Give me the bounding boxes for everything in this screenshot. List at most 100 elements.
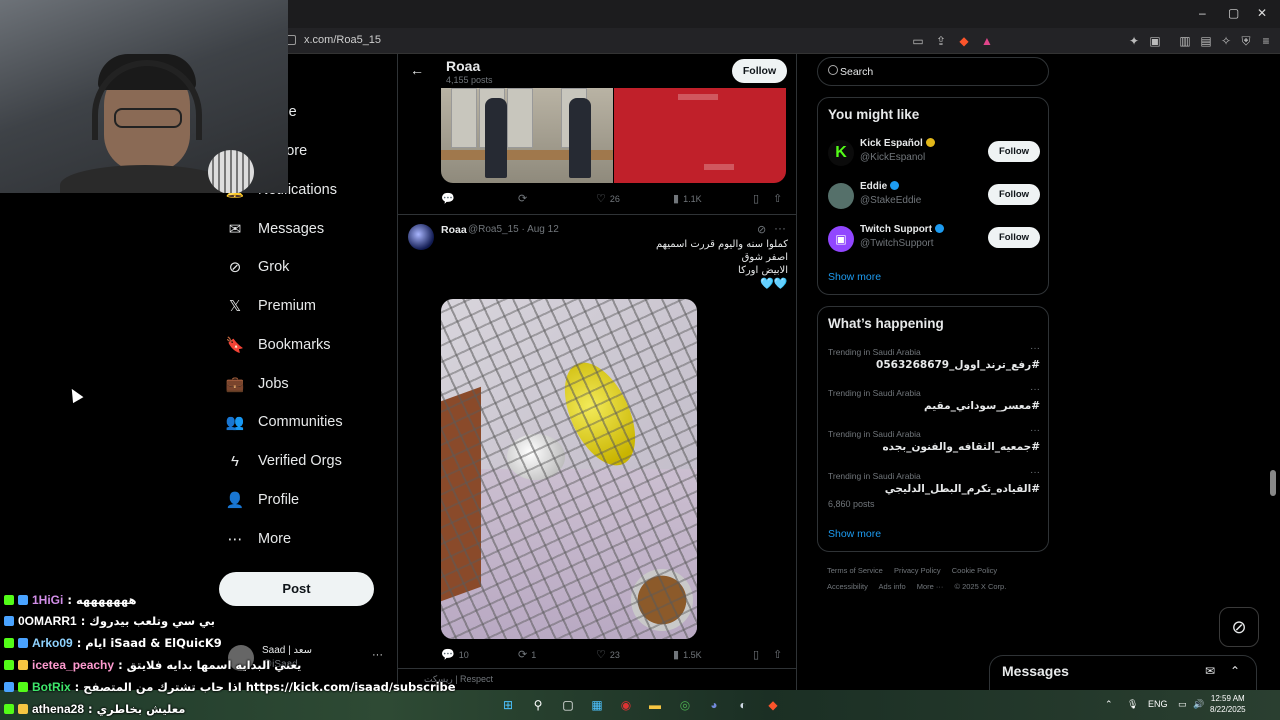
more-icon[interactable]: ··· bbox=[1030, 425, 1040, 436]
reply-button[interactable]: 💬 10 bbox=[441, 648, 469, 661]
trend-item[interactable]: Trending in Saudi Arabia ··· #القياده_تك… bbox=[828, 467, 1040, 515]
posts-count: 4,155 posts bbox=[446, 75, 493, 85]
tab-icon[interactable]: ▣ bbox=[1147, 33, 1163, 49]
more-circle-icon: ⋯ bbox=[227, 531, 243, 548]
avatar[interactable] bbox=[408, 224, 434, 250]
share-icon[interactable]: ⇪ bbox=[933, 33, 949, 49]
maximize-icon[interactable]: ▢ bbox=[1228, 6, 1239, 20]
store-icon[interactable]: ▦ bbox=[588, 696, 606, 714]
url-text[interactable]: x.com/Roa5_15 bbox=[304, 34, 381, 46]
wallet-icon[interactable]: ▤ bbox=[1198, 33, 1214, 49]
tray-chevron-icon[interactable]: ⌃ bbox=[1105, 699, 1113, 710]
task-view-icon[interactable]: ▢ bbox=[559, 696, 577, 714]
extensions-icon[interactable]: ✦ bbox=[1126, 33, 1142, 49]
follow-button[interactable]: Follow bbox=[988, 227, 1040, 248]
nav-premium[interactable]: 𝕏 Premium bbox=[226, 291, 316, 321]
panel-title: You might like bbox=[828, 107, 920, 122]
bookmark-button[interactable]: ▯ bbox=[753, 648, 759, 661]
trend-item[interactable]: Trending in Saudi Arabia ··· #جمعيه_الثق… bbox=[828, 425, 1040, 465]
leo-ai-icon[interactable]: ✧ bbox=[1218, 33, 1234, 49]
reply-button[interactable]: 💬 bbox=[441, 192, 459, 205]
repost-button[interactable]: ⟳ 1 bbox=[518, 648, 536, 661]
twitch-logo-icon: ▣ bbox=[828, 226, 854, 252]
trend-item[interactable]: Trending in Saudi Arabia ··· #رفع_ترند_ا… bbox=[828, 343, 1040, 383]
follow-button[interactable]: Follow bbox=[988, 141, 1040, 162]
nav-grok[interactable]: ⊘ Grok bbox=[226, 252, 290, 282]
views-button[interactable]: ▮ 1.1K bbox=[673, 192, 702, 205]
mic-icon[interactable]: 🎙 bbox=[1127, 699, 1138, 710]
nav-communities[interactable]: 👥 Communities bbox=[226, 407, 343, 437]
accessibility-link[interactable]: Accessibility bbox=[827, 582, 868, 591]
previous-tweet-media[interactable] bbox=[441, 88, 786, 183]
suggested-account[interactable]: K Kick Español @KickEspanol Follow bbox=[828, 136, 1040, 172]
share-button[interactable]: ⇧ bbox=[773, 648, 782, 661]
nav-profile[interactable]: 👤 Profile bbox=[226, 485, 299, 515]
brave-shield-icon[interactable]: ◆ bbox=[956, 33, 972, 49]
suggested-account[interactable]: Eddie @StakeEddie Follow bbox=[828, 179, 1040, 215]
nav-messages[interactable]: ✉ Messages bbox=[226, 214, 324, 244]
network-icon[interactable]: ▭ bbox=[1178, 699, 1187, 710]
cookie-link[interactable]: Cookie Policy bbox=[952, 566, 997, 575]
verified-badge-icon bbox=[935, 224, 945, 233]
steam-icon[interactable]: ◐ bbox=[734, 696, 752, 714]
app-icon[interactable]: ◉ bbox=[617, 696, 635, 714]
bookmark-button[interactable]: ▯ bbox=[753, 192, 759, 205]
grok-icon[interactable]: ⊘ bbox=[757, 223, 766, 236]
follow-button[interactable]: Follow bbox=[732, 59, 787, 83]
chevron-up-icon[interactable]: ⌃ bbox=[1230, 664, 1240, 678]
grok-icon[interactable]: ⊘ bbox=[1219, 607, 1259, 647]
language-indicator[interactable]: ENG bbox=[1148, 699, 1168, 709]
cast-icon[interactable]: ▭ bbox=[910, 33, 926, 49]
search-input[interactable]: Search bbox=[817, 57, 1049, 86]
nav-bookmarks[interactable]: 🔖 Bookmarks bbox=[226, 330, 331, 360]
like-button[interactable]: ♡ 23 bbox=[596, 648, 620, 661]
nav-more[interactable]: ⋯ More bbox=[226, 524, 292, 554]
brave-icon[interactable]: ◆ bbox=[764, 696, 782, 714]
more-icon[interactable]: ··· bbox=[1030, 384, 1040, 395]
ads-info-link[interactable]: Ads info bbox=[879, 582, 906, 591]
file-explorer-icon[interactable]: ▬ bbox=[646, 696, 664, 714]
discord-icon[interactable]: ◕ bbox=[705, 696, 723, 714]
badge-icon bbox=[18, 660, 28, 670]
follow-button[interactable]: Follow bbox=[988, 184, 1040, 205]
more-link[interactable]: More ··· bbox=[917, 582, 944, 591]
trend-item[interactable]: Trending in Saudi Arabia ··· #معسر_سودان… bbox=[828, 384, 1040, 424]
more-icon[interactable]: ··· bbox=[1030, 467, 1040, 478]
more-icon[interactable]: ··· bbox=[1030, 343, 1040, 354]
repost-button[interactable]: ⟳ bbox=[518, 192, 531, 205]
close-icon[interactable]: ✕ bbox=[1257, 6, 1267, 20]
windows-start-icon[interactable]: ⊞ bbox=[499, 696, 517, 714]
volume-icon[interactable]: 🔊 bbox=[1193, 699, 1204, 710]
chrome-icon[interactable]: ◎ bbox=[676, 696, 694, 714]
suggested-account[interactable]: ▣ Twitch Support @TwitchSupport Follow bbox=[828, 222, 1040, 258]
views-button[interactable]: ▮ 1.5K bbox=[673, 648, 702, 661]
scrollbar[interactable] bbox=[1270, 470, 1276, 496]
back-arrow-icon[interactable]: ← bbox=[410, 62, 424, 78]
share-button[interactable]: ⇧ bbox=[773, 192, 782, 205]
sidebar-toggle-icon[interactable]: ▥ bbox=[1177, 33, 1193, 49]
minimize-icon[interactable]: – bbox=[1199, 6, 1206, 20]
show-more-link[interactable]: Show more bbox=[828, 528, 881, 540]
brave-rewards-icon[interactable]: ▲ bbox=[979, 33, 995, 49]
more-icon[interactable]: ··· bbox=[774, 221, 786, 235]
nav-jobs[interactable]: 💼 Jobs bbox=[226, 369, 289, 399]
trend-tag: #رفع_ترند_اوول_0563268679 bbox=[876, 359, 1040, 371]
compose-message-icon[interactable]: ✉ bbox=[1205, 664, 1215, 678]
like-button[interactable]: ♡ 26 bbox=[596, 192, 620, 205]
nav-verified-orgs[interactable]: ϟ Verified Orgs bbox=[226, 446, 342, 476]
terms-link[interactable]: Terms of Service bbox=[827, 566, 883, 575]
trend-tag: #معسر_سوداني_مقيم bbox=[924, 400, 1040, 412]
tweet-photo[interactable] bbox=[441, 299, 697, 639]
tweet-actions: 💬 ⟳ ♡ 26 ▮ 1.1K ▯ ⇧ bbox=[441, 192, 786, 208]
tweet-author[interactable]: Roaa bbox=[441, 224, 467, 236]
privacy-link[interactable]: Privacy Policy bbox=[894, 566, 941, 575]
show-more-link[interactable]: Show more bbox=[828, 271, 881, 283]
avatar bbox=[828, 183, 854, 209]
chat-user: BotRix bbox=[32, 680, 71, 694]
kick-logo-icon: K bbox=[828, 140, 854, 166]
badge-icon bbox=[18, 704, 28, 714]
vpn-icon[interactable]: ⛨ bbox=[1238, 33, 1254, 49]
menu-icon[interactable]: ≡ bbox=[1258, 33, 1274, 49]
search-icon[interactable]: ⚲ bbox=[529, 696, 547, 714]
system-clock[interactable]: 12:59 AM 8/22/2025 bbox=[1210, 693, 1246, 715]
